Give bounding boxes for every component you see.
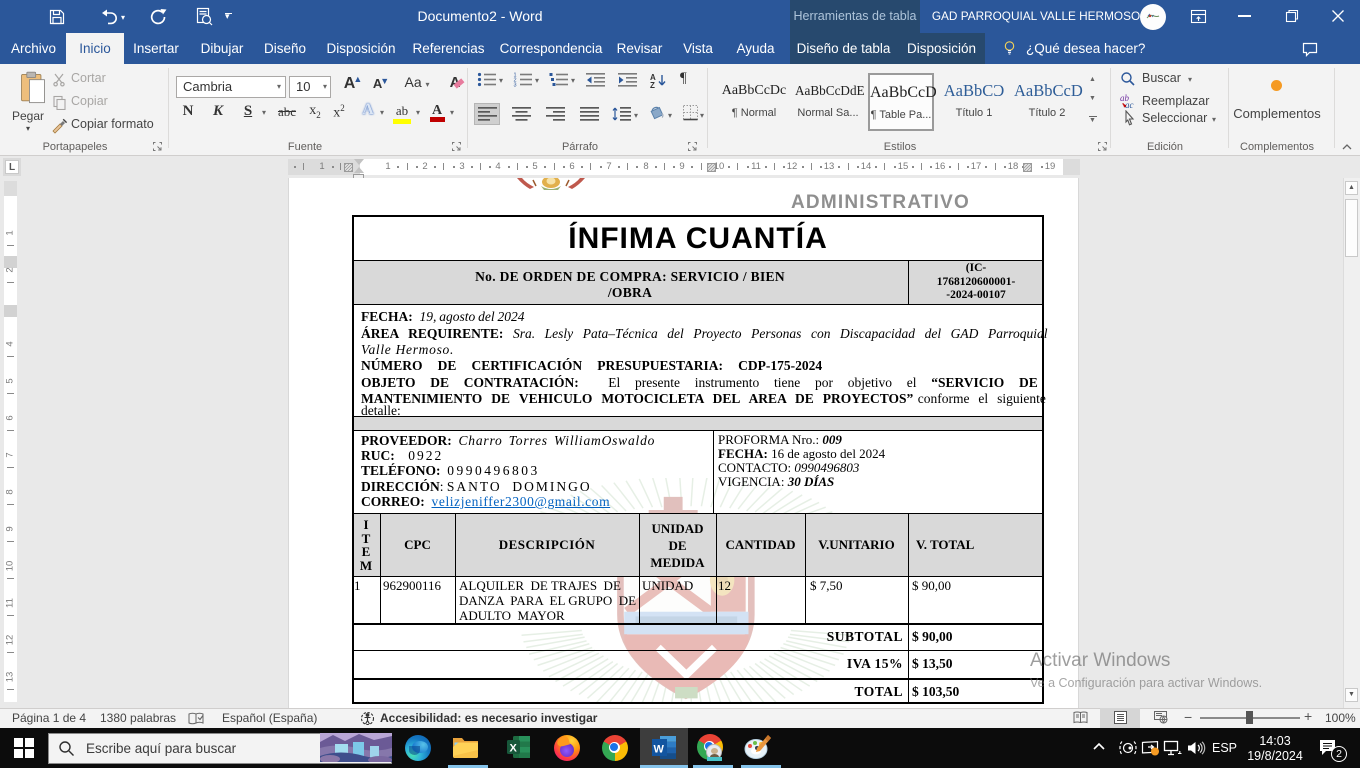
svg-text:Z: Z (650, 81, 655, 89)
svg-text:X: X (510, 743, 518, 755)
svg-text:W: W (654, 744, 665, 756)
svg-text:ac: ac (1125, 100, 1134, 109)
svg-text:3: 3 (514, 83, 517, 89)
